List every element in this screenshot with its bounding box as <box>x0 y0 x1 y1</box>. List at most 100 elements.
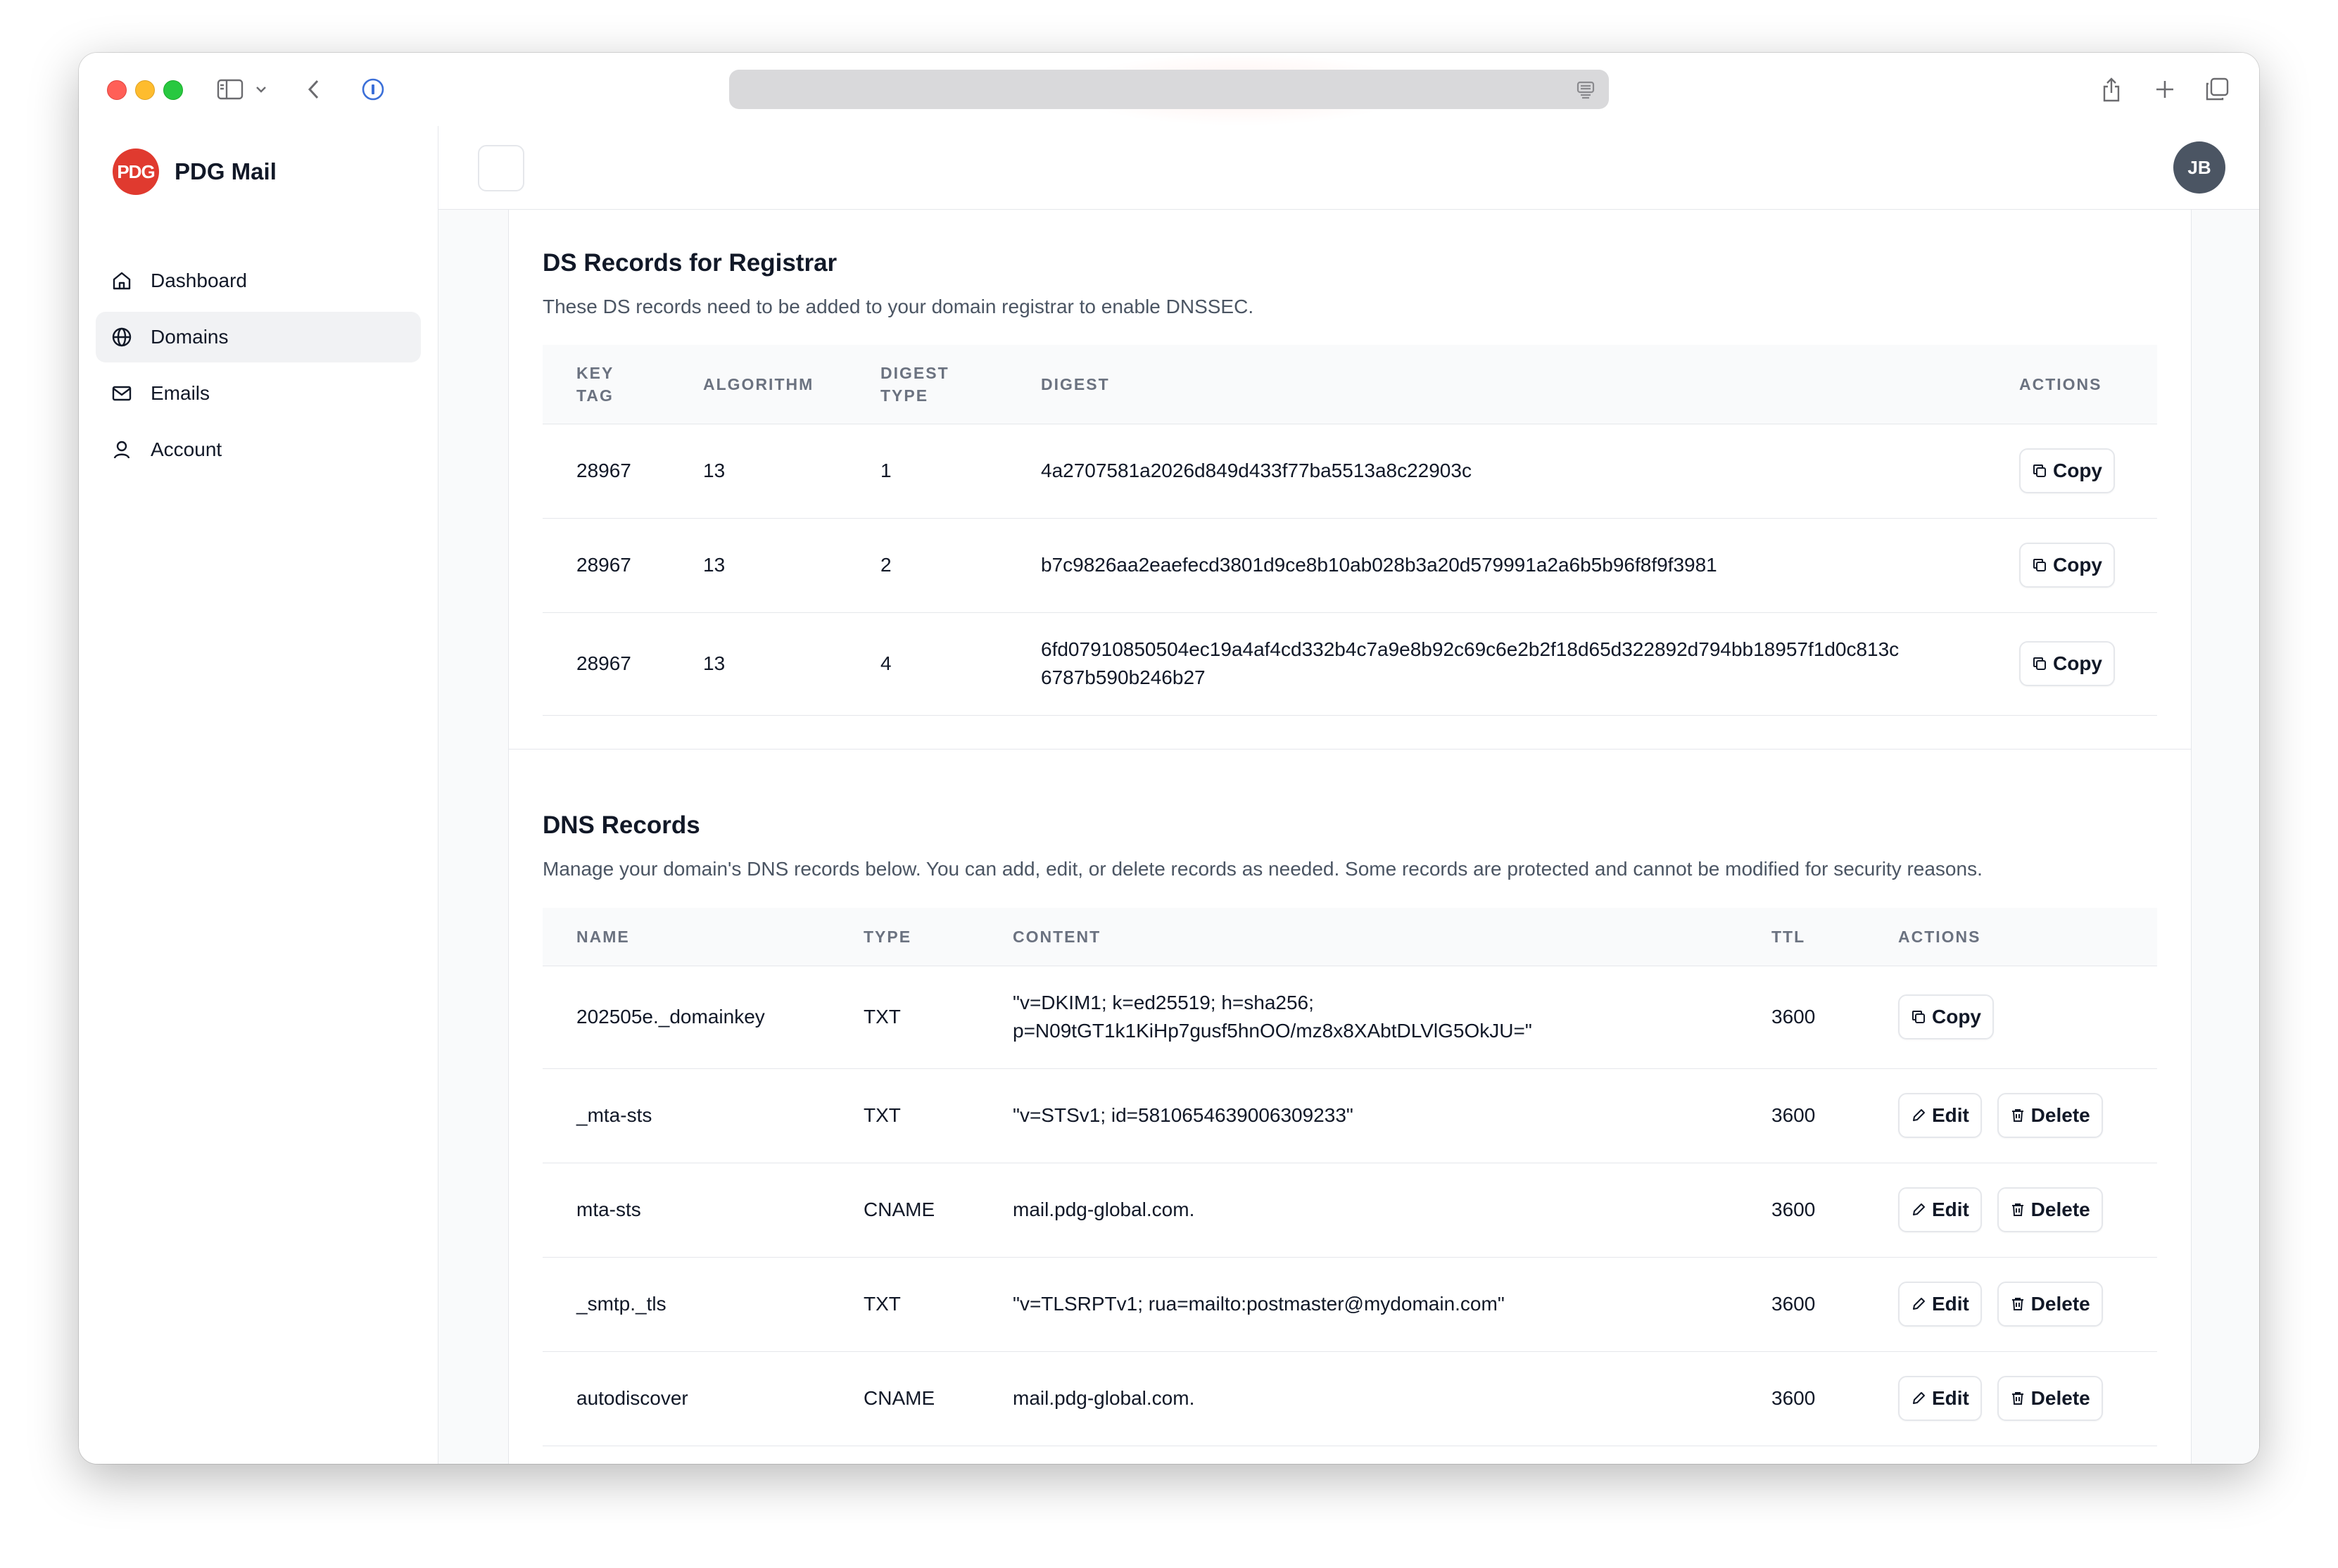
delete-button[interactable]: Delete <box>1997 1376 2103 1421</box>
brand[interactable]: PDG PDG Mail <box>113 148 277 195</box>
ds-records-description: These DS records need to be added to you… <box>543 296 1254 317</box>
user-icon <box>110 438 134 462</box>
digest-type-cell: 2 <box>847 518 1007 613</box>
record-name-cell: 202505e._domainkey <box>543 966 830 1069</box>
delete-button[interactable]: Delete <box>1997 1093 2103 1138</box>
copy-button[interactable]: Copy <box>2019 448 2115 493</box>
table-row: _mta-sts TXT "v=STSv1; id=58106546390063… <box>543 1068 2157 1163</box>
delete-button[interactable]: Delete <box>1997 1187 2103 1232</box>
reader-mode-icon[interactable] <box>1575 79 1596 103</box>
trash-icon <box>2010 1296 2026 1312</box>
copy-icon <box>2032 656 2047 671</box>
table-row: autodiscover CNAME mail.pdg-global.com. … <box>543 1351 2157 1446</box>
sidebar-item-dashboard[interactable]: Dashboard <box>96 255 421 306</box>
trash-icon <box>2010 1202 2026 1218</box>
ds-records-title: DS Records for Registrar <box>543 249 838 277</box>
trash-icon <box>2010 1108 2026 1123</box>
record-type-cell: TXT <box>830 1257 979 1352</box>
ds-records-card: DS Records for Registrar These DS record… <box>508 210 2192 750</box>
top-bar: JB <box>438 126 2259 210</box>
edit-button[interactable]: Edit <box>1898 1282 1982 1327</box>
key-tag-cell: 28967 <box>543 518 669 613</box>
trash-icon <box>2010 1391 2026 1406</box>
algorithm-cell: 13 <box>669 612 847 716</box>
sidebar-item-account[interactable]: Account <box>96 424 421 475</box>
home-icon <box>110 269 134 293</box>
pencil-icon <box>1911 1296 1926 1312</box>
actions-cell: Copy <box>1985 518 2157 613</box>
column-header-actions: ACTIONS <box>1864 908 2157 966</box>
sidebar-nav: Dashboard Domains Emails Account <box>96 255 421 481</box>
sidebar-item-label: Emails <box>151 382 210 404</box>
dns-records-description: Manage your domain's DNS records below. … <box>543 858 1983 880</box>
minimize-window-button[interactable] <box>135 80 155 100</box>
record-ttl-cell: 3600 <box>1738 966 1864 1069</box>
actions-cell: Copy <box>1864 966 2157 1069</box>
dns-records-card: DNS Records Manage your domain's DNS rec… <box>508 750 2192 1464</box>
sidebar-toggle-icon[interactable] <box>215 74 246 105</box>
copy-icon <box>2032 557 2047 573</box>
address-bar[interactable] <box>729 70 1609 109</box>
dns-records-title: DNS Records <box>543 811 700 839</box>
pencil-icon <box>1911 1391 1926 1406</box>
brand-logo: PDG <box>113 148 159 195</box>
record-name-cell: autodiscover <box>543 1351 830 1446</box>
delete-button[interactable]: Delete <box>1997 1282 2103 1327</box>
record-ttl-cell: 3600 <box>1738 1257 1864 1352</box>
dns-table-header: NAME TYPE CONTENT TTL ACTIONS <box>543 908 2157 966</box>
password-manager-icon[interactable] <box>358 74 388 105</box>
digest-cell: 4a2707581a2026d849d433f77ba5513a8c22903c <box>1007 424 1985 519</box>
record-content-cell: "v=TLSRPTv1; rua=mailto:postmaster@mydom… <box>979 1257 1738 1352</box>
column-header-digest: DIGEST <box>1007 345 1985 424</box>
record-content-cell: mail.pdg-global.com. <box>979 1351 1738 1446</box>
record-type-cell: TXT <box>830 966 979 1069</box>
column-header-name: NAME <box>543 908 830 966</box>
copy-button[interactable]: Copy <box>1898 994 1994 1039</box>
column-header-content: CONTENT <box>979 908 1738 966</box>
sidebar-item-emails[interactable]: Emails <box>96 368 421 419</box>
actions-cell: Edit Delete <box>1864 1068 2157 1163</box>
actions-cell: Copy <box>1985 612 2157 716</box>
record-name-cell: _mta-sts <box>543 1068 830 1163</box>
column-header-actions: ACTIONS <box>1985 345 2157 424</box>
key-tag-cell: 28967 <box>543 424 669 519</box>
column-header-ttl: TTL <box>1738 908 1864 966</box>
table-row: 28967 13 1 4a2707581a2026d849d433f77ba55… <box>543 424 2157 519</box>
tab-overview-icon[interactable] <box>2201 74 2232 105</box>
share-icon[interactable] <box>2096 74 2127 105</box>
table-row: 202505e._domainkey TXT "v=DKIM1; k=ed255… <box>543 966 2157 1069</box>
record-type-cell: CNAME <box>830 1351 979 1446</box>
browser-titlebar <box>79 53 2259 127</box>
record-ttl-cell: 3600 <box>1738 1351 1864 1446</box>
sidebar: PDG PDG Mail Dashboard Domains Emails Ac… <box>79 126 438 1464</box>
edit-button[interactable]: Edit <box>1898 1376 1982 1421</box>
chevron-down-icon[interactable] <box>251 74 272 105</box>
copy-button[interactable]: Copy <box>2019 543 2115 588</box>
avatar[interactable]: JB <box>2173 141 2225 194</box>
close-window-button[interactable] <box>107 80 127 100</box>
actions-cell: Edit Delete <box>1864 1163 2157 1258</box>
new-tab-icon[interactable] <box>2149 74 2180 105</box>
record-name-cell: _smtp._tls <box>543 1257 830 1352</box>
record-content-cell: "v=DKIM1; k=ed25519; h=sha256; p=N09tGT1k… <box>979 966 1738 1069</box>
column-header-type: TYPE <box>830 908 979 966</box>
zoom-window-button[interactable] <box>163 80 183 100</box>
edit-button[interactable]: Edit <box>1898 1093 1982 1138</box>
actions-cell: Edit Delete <box>1864 1351 2157 1446</box>
table-row: mta-sts CNAME mail.pdg-global.com. 3600 … <box>543 1163 2157 1258</box>
digest-cell: 6fd07910850504ec19a4af4cd332b4c7a9e8b92c… <box>1007 612 1985 716</box>
digest-type-cell: 1 <box>847 424 1007 519</box>
sidebar-item-label: Domains <box>151 326 229 348</box>
algorithm-cell: 13 <box>669 518 847 613</box>
table-row: 28967 13 4 6fd07910850504ec19a4af4cd332b… <box>543 612 2157 716</box>
brand-name: PDG Mail <box>175 158 277 184</box>
globe-icon <box>110 325 134 349</box>
sidebar-item-label: Dashboard <box>151 270 247 291</box>
edit-button[interactable]: Edit <box>1898 1187 1982 1232</box>
sidebar-item-domains[interactable]: Domains <box>96 312 421 362</box>
sidebar-item-label: Account <box>151 438 222 460</box>
back-arrow-icon[interactable] <box>298 74 329 105</box>
menu-toggle-button[interactable] <box>478 145 524 191</box>
record-content-cell: "v=STSv1; id=5810654639006309233" <box>979 1068 1738 1163</box>
copy-button[interactable]: Copy <box>2019 641 2115 686</box>
